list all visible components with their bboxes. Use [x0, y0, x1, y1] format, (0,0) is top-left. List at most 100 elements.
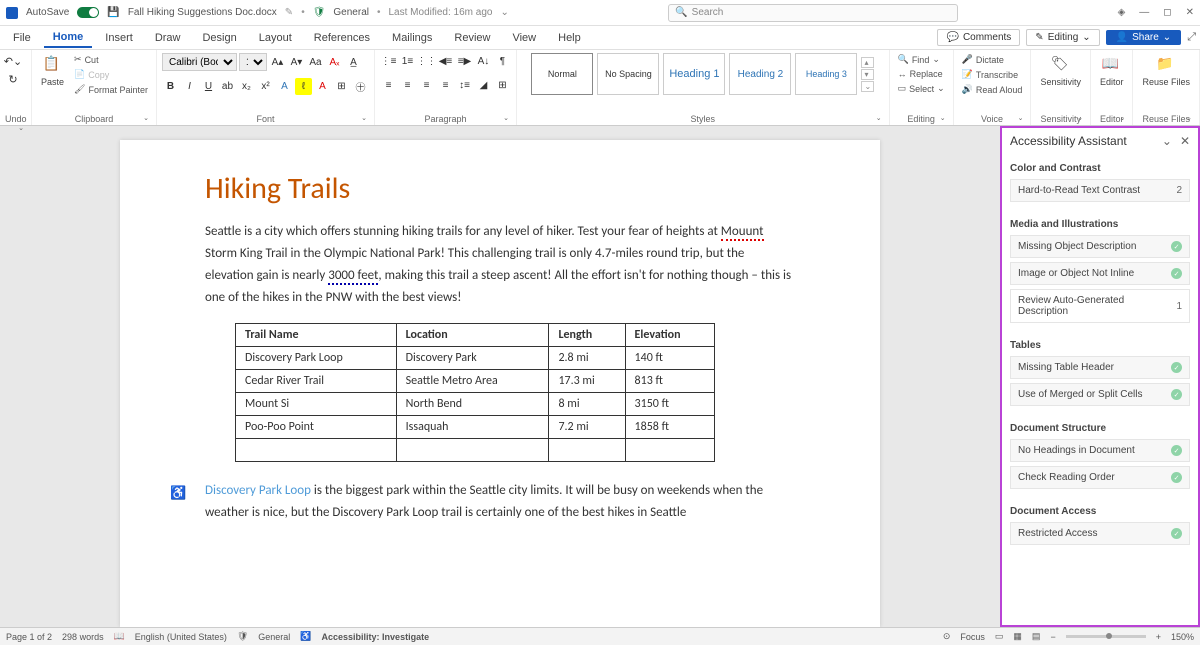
save-icon[interactable]: 💾	[107, 7, 119, 18]
menu-help[interactable]: Help	[549, 29, 590, 47]
panel-item[interactable]: No Headings in Document✓	[1010, 439, 1190, 462]
strike-button[interactable]: ab	[219, 78, 236, 95]
restore-button[interactable]: ◻	[1163, 7, 1171, 18]
panel-item[interactable]: Hard-to-Read Text Contrast2	[1010, 179, 1190, 202]
increase-font-icon[interactable]: A▴	[269, 54, 286, 71]
page-indicator[interactable]: Page 1 of 2	[6, 632, 52, 642]
diamond-icon[interactable]: ◈	[1118, 7, 1126, 18]
font-size-select[interactable]: 11	[239, 53, 267, 71]
char-shading-icon[interactable]: ⊞	[333, 78, 350, 95]
redo-icon[interactable]: ↻	[5, 71, 21, 87]
menu-layout[interactable]: Layout	[250, 29, 301, 47]
zoom-slider[interactable]	[1066, 635, 1146, 638]
clear-format-icon[interactable]: Aₓ	[326, 54, 343, 71]
comments-button[interactable]: 💬 Comments	[937, 29, 1020, 46]
panel-item[interactable]: Restricted Access✓	[1010, 522, 1190, 545]
enclose-icon[interactable]: ㊉	[352, 78, 369, 95]
style-normal[interactable]: Normal	[531, 53, 593, 95]
view-print-icon[interactable]: ▦	[1013, 631, 1022, 642]
decrease-indent-icon[interactable]: ◀≡	[437, 53, 454, 70]
menu-home[interactable]: Home	[44, 28, 93, 48]
multilevel-icon[interactable]: ⋮⋮	[418, 53, 435, 70]
zoom-level[interactable]: 150%	[1171, 632, 1194, 642]
zoom-in-icon[interactable]: +	[1156, 632, 1161, 642]
editor-button[interactable]: 📖Editor	[1096, 53, 1128, 89]
transcribe-button[interactable]: 📝 Transcribe	[959, 68, 1026, 81]
panel-collapse-icon[interactable]: ⌄	[1162, 134, 1172, 148]
ribbon-toggle-icon[interactable]: ⤢	[1187, 31, 1196, 44]
page[interactable]: Hiking Trails Seattle is a city which of…	[120, 140, 880, 627]
replace-button[interactable]: ↔ Replace	[895, 68, 948, 80]
menu-mailings[interactable]: Mailings	[383, 29, 441, 47]
menu-insert[interactable]: Insert	[96, 29, 142, 47]
menu-review[interactable]: Review	[445, 29, 499, 47]
menu-references[interactable]: References	[305, 29, 379, 47]
increase-indent-icon[interactable]: ≡▶	[456, 53, 473, 70]
word-count[interactable]: 298 words	[62, 632, 104, 642]
align-right-icon[interactable]: ≡	[418, 77, 435, 94]
menu-view[interactable]: View	[503, 29, 545, 47]
styles-up-icon[interactable]: ▴	[861, 57, 874, 68]
style-heading3[interactable]: Heading 3	[795, 53, 857, 95]
doc-title[interactable]: Hiking Trails	[205, 170, 795, 207]
select-button[interactable]: ▭ Select ⌄	[895, 82, 948, 95]
italic-button[interactable]: I	[181, 78, 198, 95]
char-border-icon[interactable]: A̲	[345, 54, 362, 71]
panel-item[interactable]: Check Reading Order✓	[1010, 466, 1190, 489]
numbering-icon[interactable]: 1≡	[399, 53, 416, 70]
document-canvas[interactable]: Hiking Trails Seattle is a city which of…	[0, 126, 1000, 627]
font-family-select[interactable]: Calibri (Body)	[162, 53, 237, 71]
read-aloud-button[interactable]: 🔊 Read Aloud	[959, 83, 1026, 96]
sort-icon[interactable]: A↓	[475, 53, 492, 70]
show-marks-icon[interactable]: ¶	[494, 53, 511, 70]
share-button[interactable]: 👤 Share ⌄	[1106, 30, 1182, 45]
sensitivity-button[interactable]: 🏷Sensitivity	[1036, 53, 1085, 89]
bold-button[interactable]: B	[162, 78, 179, 95]
focus-icon[interactable]: ⊙	[943, 631, 951, 642]
focus-label[interactable]: Focus	[960, 632, 985, 642]
close-button[interactable]: ✕	[1186, 7, 1194, 18]
borders-icon[interactable]: ⊞	[494, 77, 511, 94]
language-indicator[interactable]: English (United States)	[135, 632, 227, 642]
doc-paragraph-1[interactable]: Seattle is a city which offers stunning …	[205, 221, 795, 309]
style-no-spacing[interactable]: No Spacing	[597, 53, 659, 95]
panel-item[interactable]: Image or Object Not Inline✓	[1010, 262, 1190, 285]
align-center-icon[interactable]: ≡	[399, 77, 416, 94]
panel-close-icon[interactable]: ✕	[1180, 134, 1190, 148]
superscript-button[interactable]: x²	[257, 78, 274, 95]
doc-paragraph-2[interactable]: ♿ Discovery Park Loop is the biggest par…	[205, 480, 795, 524]
decrease-font-icon[interactable]: A▾	[288, 54, 305, 71]
spell-check-icon[interactable]: 📖	[114, 631, 125, 642]
font-color-icon[interactable]: A	[314, 78, 331, 95]
trails-table[interactable]: Trail NameLocationLengthElevation Discov…	[235, 323, 715, 462]
shading-icon[interactable]: ◢	[475, 77, 492, 94]
justify-icon[interactable]: ≡	[437, 77, 454, 94]
format-painter-button[interactable]: 🖌 Format Painter	[71, 83, 151, 96]
align-left-icon[interactable]: ≡	[380, 77, 397, 94]
editing-button[interactable]: ✎ Editing ⌄	[1026, 29, 1099, 46]
view-read-icon[interactable]: ▭	[995, 631, 1004, 642]
menu-file[interactable]: File	[4, 29, 40, 47]
styles-more-icon[interactable]: ⌄	[861, 81, 874, 92]
dictate-button[interactable]: 🎤 Dictate	[959, 53, 1026, 66]
view-web-icon[interactable]: ▤	[1032, 631, 1041, 642]
search-input[interactable]: 🔍 Search	[668, 4, 958, 22]
undo-icon[interactable]: ↶⌄	[5, 53, 21, 69]
highlight-icon[interactable]: ℓ	[295, 78, 312, 95]
line-spacing-icon[interactable]: ↕≡	[456, 77, 473, 94]
minimize-button[interactable]: —	[1139, 7, 1149, 18]
autosave-toggle[interactable]	[77, 7, 99, 18]
panel-item[interactable]: Use of Merged or Split Cells✓	[1010, 383, 1190, 406]
style-heading1[interactable]: Heading 1	[663, 53, 725, 95]
paste-button[interactable]: 📋Paste	[37, 53, 68, 89]
text-effects-icon[interactable]: A	[276, 78, 293, 95]
subscript-button[interactable]: x₂	[238, 78, 255, 95]
sensitivity-status[interactable]: General	[258, 632, 290, 642]
edit-filename-icon[interactable]: ✎	[285, 7, 293, 18]
panel-item[interactable]: Missing Table Header✓	[1010, 356, 1190, 379]
underline-button[interactable]: U	[200, 78, 217, 95]
zoom-out-icon[interactable]: −	[1050, 632, 1055, 642]
style-heading2[interactable]: Heading 2	[729, 53, 791, 95]
accessibility-indicator-icon[interactable]: ♿	[170, 483, 182, 495]
panel-item[interactable]: Missing Object Description✓	[1010, 235, 1190, 258]
